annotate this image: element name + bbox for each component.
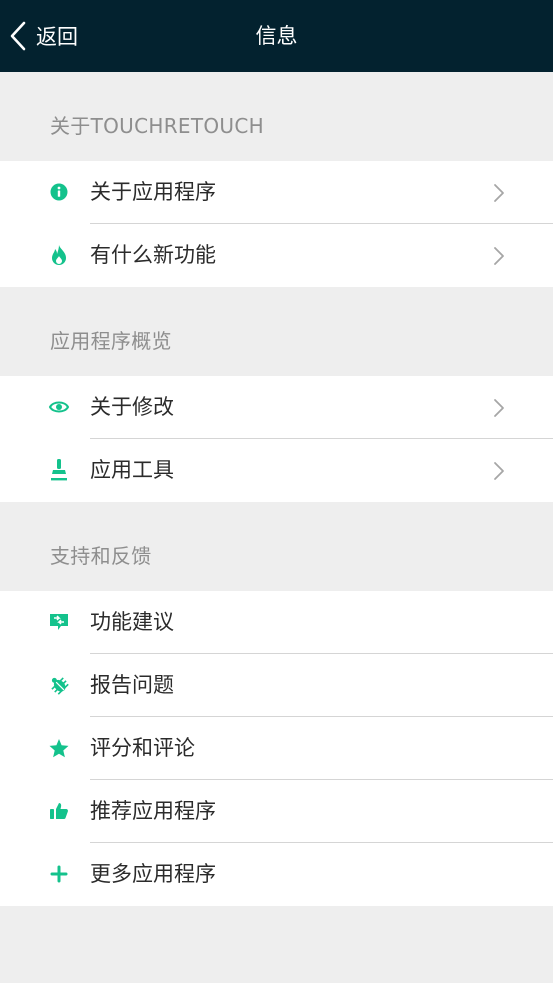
plus-icon bbox=[48, 863, 70, 885]
menu-item-rate-review[interactable]: 评分和评论 bbox=[0, 717, 553, 780]
chevron-right-icon bbox=[492, 183, 506, 203]
star-icon bbox=[48, 737, 70, 759]
menu-item-label: 推荐应用程序 bbox=[90, 799, 216, 823]
menu-item-label: 关于应用程序 bbox=[90, 180, 216, 204]
thumbs-up-icon bbox=[48, 800, 70, 822]
page-title: 信息 bbox=[255, 24, 298, 48]
chevron-left-icon bbox=[10, 21, 26, 51]
eye-icon bbox=[48, 396, 70, 418]
group-support: 功能建议 报告问题 评分和评论 推荐应用程序 更多应用程序 bbox=[0, 591, 553, 906]
menu-item-feature-suggestion[interactable]: 功能建议 bbox=[0, 591, 553, 654]
section-header-about: 关于TOUCHRETOUCH bbox=[50, 114, 264, 138]
menu-item-about-app[interactable]: 关于应用程序 bbox=[0, 161, 553, 224]
chevron-right-icon bbox=[492, 461, 506, 481]
info-icon bbox=[48, 181, 70, 203]
menu-item-label: 功能建议 bbox=[90, 610, 174, 634]
menu-item-label: 应用工具 bbox=[90, 458, 174, 482]
group-overview: 关于修改 应用工具 bbox=[0, 376, 553, 502]
back-button[interactable]: 返回 bbox=[10, 18, 78, 54]
chevron-right-icon bbox=[492, 246, 506, 266]
menu-item-about-edits[interactable]: 关于修改 bbox=[0, 376, 553, 439]
flame-icon bbox=[48, 244, 70, 266]
bug-icon bbox=[48, 674, 70, 696]
menu-item-label: 评分和评论 bbox=[90, 736, 195, 760]
back-label: 返回 bbox=[36, 25, 78, 49]
menu-item-whats-new[interactable]: 有什么新功能 bbox=[0, 224, 553, 287]
menu-item-apply-tools[interactable]: 应用工具 bbox=[0, 439, 553, 502]
section-header-support: 支持和反馈 bbox=[50, 544, 152, 568]
menu-item-label: 更多应用程序 bbox=[90, 862, 216, 886]
stamp-icon bbox=[48, 459, 70, 481]
group-about: 关于应用程序 有什么新功能 bbox=[0, 161, 553, 287]
menu-item-label: 有什么新功能 bbox=[90, 243, 216, 267]
menu-item-more-apps[interactable]: 更多应用程序 bbox=[0, 843, 553, 906]
menu-item-report-problem[interactable]: 报告问题 bbox=[0, 654, 553, 717]
section-header-overview: 应用程序概览 bbox=[50, 329, 172, 353]
menu-item-recommend-app[interactable]: 推荐应用程序 bbox=[0, 780, 553, 843]
menu-item-label: 关于修改 bbox=[90, 395, 174, 419]
top-bar: 返回 信息 bbox=[0, 0, 553, 72]
chevron-right-icon bbox=[492, 398, 506, 418]
menu-item-label: 报告问题 bbox=[90, 673, 174, 697]
suggestion-icon bbox=[48, 611, 70, 633]
